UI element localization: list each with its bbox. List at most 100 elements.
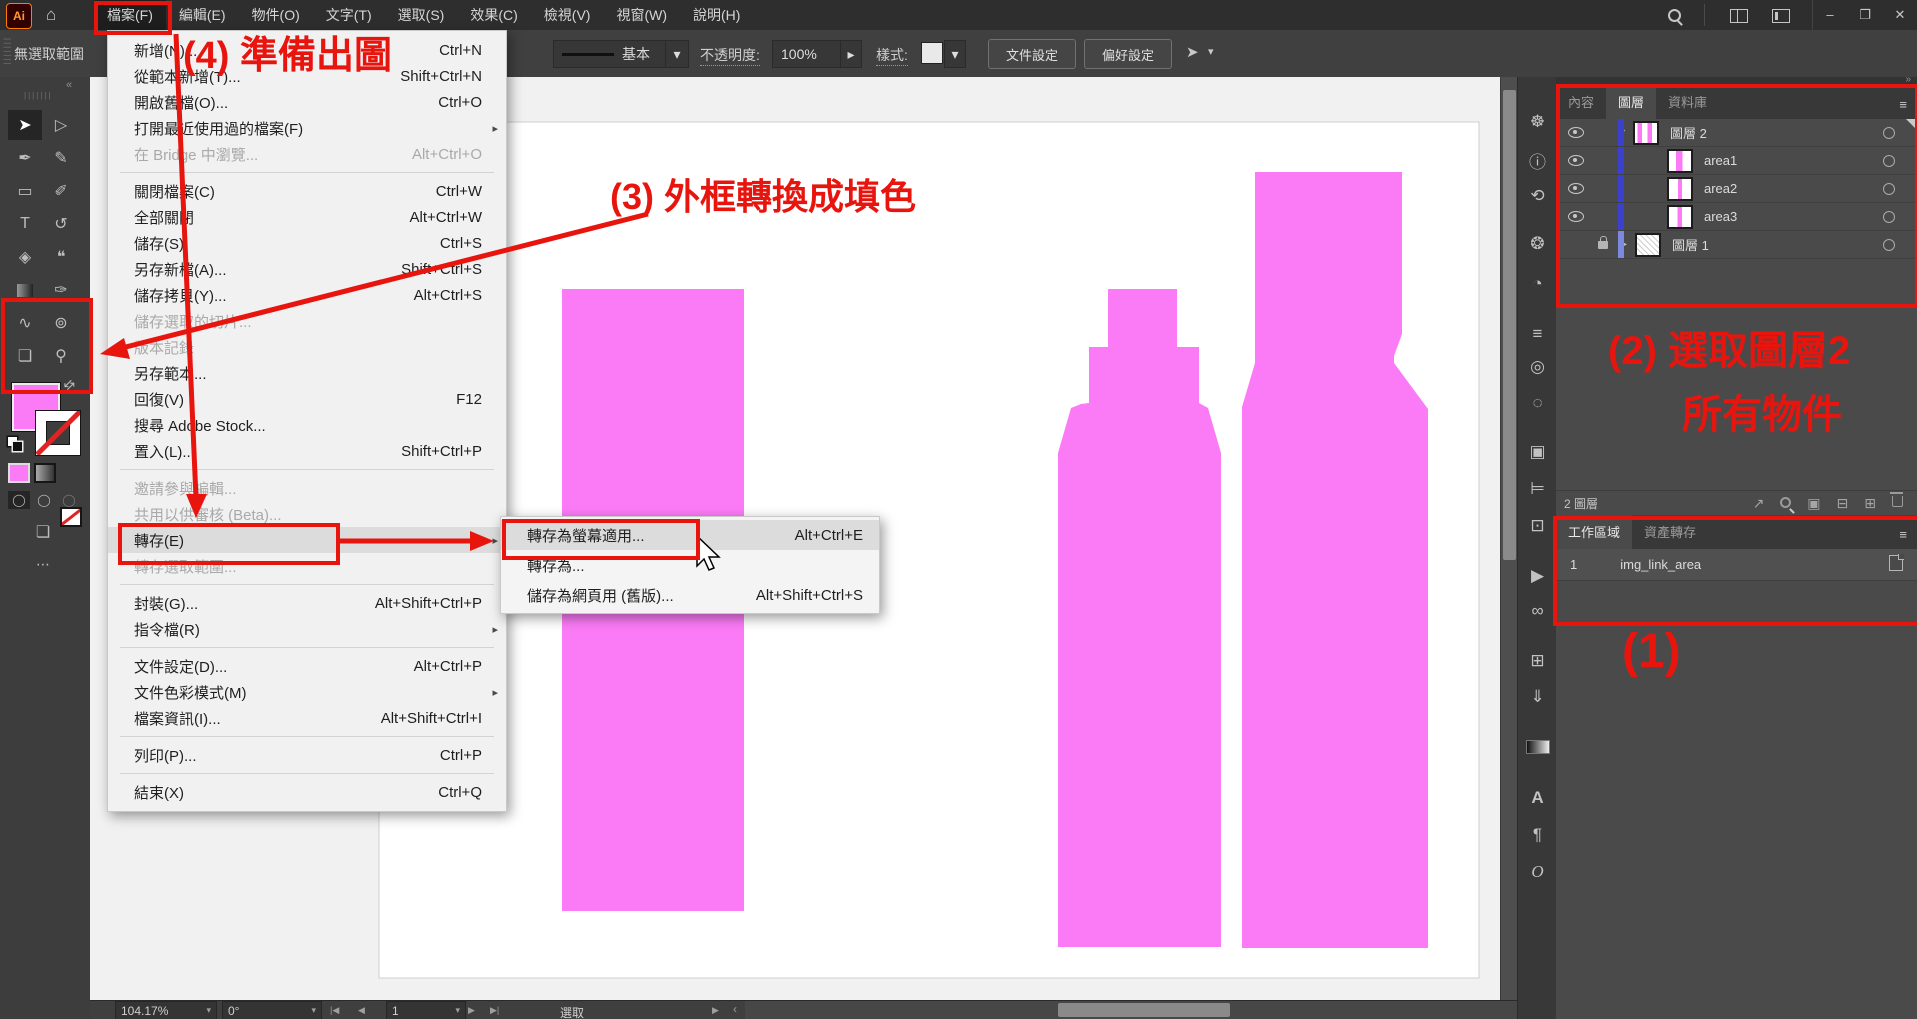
eyedropper-tool[interactable]: ✑ — [44, 275, 78, 305]
workspace-switcher-icon[interactable] — [1730, 9, 1748, 28]
menu-item-package[interactable]: 封裝(G)...Alt+Shift+Ctrl+P — [108, 590, 506, 616]
style-label[interactable]: 樣式: — [876, 45, 908, 66]
curvature-tool[interactable]: ✎ — [44, 143, 78, 173]
menu-select[interactable]: 選取(S) — [385, 0, 458, 30]
menu-item-close-all[interactable]: 全部關閉Alt+Ctrl+W — [108, 204, 506, 230]
transparency-panel-icon[interactable]: ◎ — [1518, 354, 1557, 380]
target-circle-icon[interactable] — [1883, 155, 1895, 167]
eye-icon[interactable] — [1568, 127, 1584, 138]
swap-fill-stroke-icon[interactable]: ⇆ — [60, 375, 79, 394]
tool-options-icon[interactable]: ➤ — [1186, 43, 1199, 61]
shape-area3[interactable] — [1242, 172, 1428, 948]
tab-asset-export[interactable]: 資產轉存 — [1632, 515, 1708, 549]
next-artboard-icon[interactable]: ▶ — [468, 1005, 475, 1016]
artboards-panel-menu-icon[interactable]: ≡ — [1889, 520, 1917, 549]
object-name[interactable]: area2 — [1704, 181, 1737, 196]
prev-artboard-icon[interactable]: ◀ — [358, 1005, 365, 1016]
tab-artboards[interactable]: 工作區域 — [1556, 515, 1632, 549]
style-dropdown-icon[interactable]: ▾ — [944, 40, 966, 68]
stroke-style-select[interactable]: 基本 — [553, 40, 683, 68]
menu-item-scripts[interactable]: 指令檔(R)▸ — [108, 616, 506, 642]
menu-item-place[interactable]: 置入(L)...Shift+Ctrl+P — [108, 438, 506, 464]
gradient-tool[interactable] — [8, 275, 42, 305]
target-circle-icon[interactable] — [1883, 183, 1895, 195]
select-panel-icon[interactable]: ◌ — [1518, 390, 1557, 416]
gradient-panel-icon[interactable]: ◔ — [1518, 271, 1557, 297]
layer-row-area3[interactable]: area3 — [1556, 203, 1917, 231]
layer-row-area2[interactable]: area2 — [1556, 175, 1917, 203]
opacity-label[interactable]: 不透明度: — [700, 45, 760, 66]
menu-item-print[interactable]: 列印(P)...Ctrl+P — [108, 742, 506, 768]
menu-item-document-setup[interactable]: 文件設定(D)...Alt+Ctrl+P — [108, 653, 506, 679]
menu-item-export[interactable]: 轉存(E)▸ — [108, 527, 506, 553]
artboards-panel-icon[interactable]: ⊞ — [1518, 648, 1557, 674]
stroke-style-dropdown-icon[interactable]: ▾ — [665, 40, 689, 68]
search-icon[interactable] — [1668, 9, 1681, 27]
menu-item-revert[interactable]: 回復(V)F12 — [108, 386, 506, 412]
menu-item-open-recent[interactable]: 打開最近使用過的檔案(F)▸ — [108, 115, 506, 141]
object-thumbnail[interactable] — [1669, 179, 1691, 199]
stroke-color-swatch[interactable] — [36, 411, 80, 455]
color-panel-icon[interactable]: ❂ — [1518, 231, 1557, 257]
rotation-select[interactable]: 0°▾ — [222, 1001, 322, 1019]
controlbar-grip[interactable]: ||||||| — [3, 38, 12, 67]
screen-mode-button[interactable]: ❏ — [26, 517, 60, 547]
new-sublayer-icon[interactable]: ⊟ — [1837, 495, 1849, 512]
collapse-toolbar-icon[interactable]: « — [66, 79, 72, 91]
menu-item-save-as[interactable]: 另存新檔(A)...Shift+Ctrl+S — [108, 256, 506, 282]
draw-inside-button[interactable]: ◯ — [58, 491, 80, 509]
rotate-tool[interactable]: ↺ — [44, 209, 78, 239]
color-mode-button[interactable] — [10, 465, 28, 481]
history-panel-icon[interactable]: ⟲ — [1518, 183, 1557, 209]
transform-panel-icon[interactable]: ▣ — [1518, 439, 1557, 465]
vertical-scrollbar-thumb[interactable] — [1503, 90, 1516, 560]
delete-layer-icon[interactable] — [1892, 496, 1903, 510]
status-back-icon[interactable]: ‹ — [733, 1002, 737, 1016]
artboard-number-select[interactable]: 1▾ — [386, 1001, 466, 1019]
artboard-row[interactable]: 1 img_link_area — [1556, 549, 1917, 581]
restore-button[interactable]: ❐ — [1848, 0, 1882, 30]
shape-builder-tool[interactable]: ⊚ — [44, 308, 78, 338]
character-panel-icon[interactable]: A — [1518, 785, 1557, 811]
make-mask-icon[interactable]: ▣ — [1807, 495, 1820, 512]
menu-item-file-info[interactable]: 檔案資訊(I)...Alt+Shift+Ctrl+I — [108, 705, 506, 731]
layers-panel-menu-icon[interactable]: ≡ — [1889, 90, 1917, 119]
layer-row-layer1[interactable]: ▸ 圖層 1 — [1556, 231, 1917, 259]
eye-icon[interactable] — [1568, 211, 1584, 222]
layer-name[interactable]: 圖層 1 — [1672, 235, 1709, 254]
draw-normal-button[interactable]: ◯ — [8, 491, 30, 509]
home-icon[interactable]: ⌂ — [46, 0, 56, 30]
arrange-documents-icon[interactable] — [1772, 9, 1790, 28]
paragraph-panel-icon[interactable]: ¶ — [1518, 822, 1557, 848]
direct-selection-tool[interactable]: ▷ — [44, 110, 78, 140]
horizontal-scrollbar[interactable] — [745, 1001, 1517, 1019]
gradient-mode-button[interactable] — [36, 465, 54, 481]
pathfinder-panel-icon[interactable]: ⊡ — [1518, 513, 1557, 539]
submenu-item-export-for-screens[interactable]: 轉存為螢幕適用...Alt+Ctrl+E — [501, 520, 879, 550]
close-button[interactable]: ✕ — [1883, 0, 1917, 30]
zoom-level-select[interactable]: 104.17%▾ — [115, 1001, 217, 1019]
comment-tool[interactable]: ❝ — [44, 242, 78, 272]
first-artboard-icon[interactable]: |◀ — [330, 1005, 339, 1016]
layer-thumbnail[interactable] — [1637, 235, 1659, 255]
horizontal-scrollbar-thumb[interactable] — [1058, 1003, 1230, 1017]
layer-thumbnail[interactable] — [1635, 123, 1657, 143]
menu-item-close[interactable]: 關閉檔案(C)Ctrl+W — [108, 178, 506, 204]
draw-behind-button[interactable]: ◯ — [33, 491, 55, 509]
menu-file[interactable]: 檔案(F) — [94, 0, 166, 30]
eye-icon[interactable] — [1568, 155, 1584, 166]
selection-tool[interactable]: ➤ — [8, 110, 42, 140]
opacity-stepper-icon[interactable]: ▸ — [840, 40, 862, 68]
menu-help[interactable]: 說明(H) — [680, 0, 753, 30]
minimize-button[interactable]: – — [1813, 0, 1847, 30]
menu-window[interactable]: 視窗(W) — [603, 0, 680, 30]
style-swatch[interactable] — [922, 43, 942, 63]
last-artboard-icon[interactable]: ▶| — [490, 1005, 499, 1016]
menu-item-exit[interactable]: 結束(X)Ctrl+Q — [108, 779, 506, 805]
tab-layers[interactable]: 圖層 — [1606, 85, 1656, 119]
tab-libraries[interactable]: 資料庫 — [1656, 85, 1719, 119]
actions-panel-icon[interactable]: ▶ — [1518, 563, 1557, 589]
info-panel-icon[interactable]: ⓘ — [1518, 147, 1557, 173]
rectangle-tool[interactable]: ▭ — [8, 176, 42, 206]
lock-icon[interactable] — [1598, 241, 1608, 249]
